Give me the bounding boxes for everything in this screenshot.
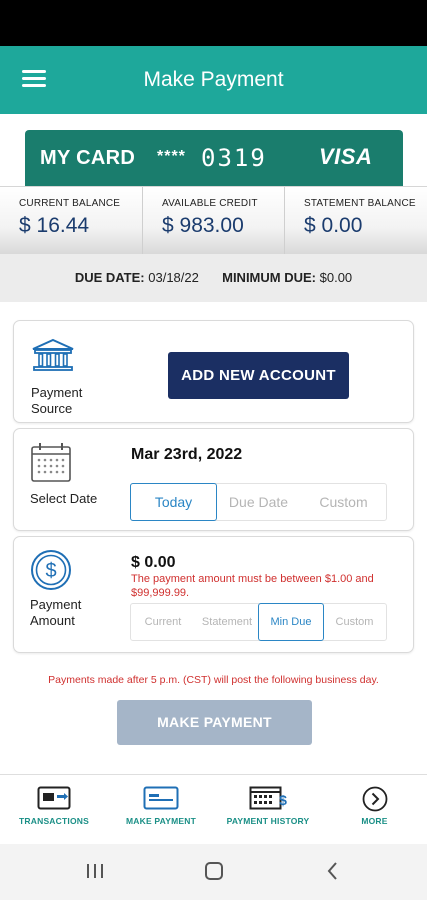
add-new-account-button[interactable]: ADD NEW ACCOUNT xyxy=(168,352,349,399)
payment-source-panel: Payment Source ADD NEW ACCOUNT xyxy=(13,320,414,423)
date-options: Today Due Date Custom xyxy=(130,483,387,521)
due-info: DUE DATE: 03/18/22 MINIMUM DUE: $0.00 xyxy=(0,254,427,302)
due-date-label: DUE DATE: xyxy=(74,270,145,285)
recent-apps-icon[interactable] xyxy=(85,860,105,882)
card-banner: MY CARD **** 0319 VISA xyxy=(25,130,403,186)
amount-options: Current Statement Min Due Custom xyxy=(130,603,387,641)
current-balance: CURRENT BALANCE $ 16.44 xyxy=(0,187,142,255)
svg-text:$: $ xyxy=(279,792,287,808)
due-date-value: 03/18/22 xyxy=(148,270,199,285)
available-credit: AVAILABLE CREDIT $ 983.00 xyxy=(142,187,284,255)
payment-history-icon: $ xyxy=(249,786,287,810)
make-payment-card-icon xyxy=(143,786,179,810)
card-name: MY CARD xyxy=(40,147,136,169)
payment-form: Payment Source ADD NEW ACCOUNT Select Da… xyxy=(0,302,427,774)
card-brand-logo: VISA xyxy=(319,144,373,169)
balance-summary: CURRENT BALANCE $ 16.44 AVAILABLE CREDIT… xyxy=(0,186,427,255)
balance-label: STATEMENT BALANCE xyxy=(304,198,416,209)
home-icon[interactable] xyxy=(203,860,225,882)
select-date-label: Select Date xyxy=(30,491,98,506)
balance-value: $ 0.00 xyxy=(304,214,363,237)
balance-label: CURRENT BALANCE xyxy=(19,198,121,209)
date-option-today[interactable]: Today xyxy=(130,483,217,521)
back-icon[interactable] xyxy=(323,860,343,882)
nav-payment-history[interactable]: $ PAYMENT HISTORY xyxy=(214,775,322,845)
system-navigation-bar xyxy=(0,844,427,900)
balance-label: AVAILABLE CREDIT xyxy=(162,198,258,209)
payment-source-label: Payment Source xyxy=(31,385,83,416)
nav-make-payment[interactable]: MAKE PAYMENT xyxy=(108,775,214,845)
nav-label: MAKE PAYMENT xyxy=(126,816,196,826)
minimum-due-value: $0.00 xyxy=(319,270,353,285)
balance-value: $ 16.44 xyxy=(19,214,90,237)
selected-date: Mar 23rd, 2022 xyxy=(131,446,243,463)
amount-option-min-due[interactable]: Min Due xyxy=(258,603,324,641)
cutoff-notice: Payments made after 5 p.m. (CST) will po… xyxy=(48,674,379,686)
select-date-panel: Select Date Mar 23rd, 2022 Today Due Dat… xyxy=(13,428,414,531)
amount-value[interactable]: $ 0.00 xyxy=(131,554,175,572)
nav-transactions[interactable]: TRANSACTIONS xyxy=(0,775,108,845)
chevron-right-circle-icon xyxy=(362,786,387,812)
calendar-icon xyxy=(31,443,71,482)
page-title: Make Payment xyxy=(143,68,284,91)
make-payment-button[interactable]: MAKE PAYMENT xyxy=(117,700,312,745)
statement-balance: STATEMENT BALANCE $ 0.00 xyxy=(284,187,427,255)
status-bar xyxy=(0,0,427,46)
bottom-navigation: TRANSACTIONS MAKE PAYMENT $ PAYMENT HIST… xyxy=(0,774,427,844)
bank-icon xyxy=(32,338,74,371)
nav-label: PAYMENT HISTORY xyxy=(226,816,310,826)
amount-error-message: The payment amount must be between $1.00… xyxy=(131,573,374,599)
balance-value: $ 983.00 xyxy=(162,214,244,237)
nav-label: TRANSACTIONS xyxy=(19,816,89,826)
payment-amount-label: Payment Amount xyxy=(30,597,82,628)
app-bar: Make Payment xyxy=(0,46,427,114)
card-area: MY CARD **** 0319 VISA xyxy=(0,114,427,186)
card-last4: 0319 xyxy=(201,144,267,172)
payment-amount-panel: $ Payment Amount $ 0.00 The payment amou… xyxy=(13,536,414,653)
svg-text:$: $ xyxy=(45,560,56,582)
date-option-custom[interactable]: Custom xyxy=(301,484,386,520)
amount-option-custom[interactable]: Custom xyxy=(323,604,386,640)
minimum-due-label: MINIMUM DUE: xyxy=(222,270,316,285)
nav-label: MORE xyxy=(361,816,388,826)
card-mask: **** xyxy=(157,148,186,165)
amount-option-current[interactable]: Current xyxy=(131,604,195,640)
amount-option-statement[interactable]: Statement xyxy=(195,604,259,640)
date-option-due-date[interactable]: Due Date xyxy=(216,484,301,520)
nav-more[interactable]: MORE xyxy=(322,775,427,845)
transactions-card-icon xyxy=(37,786,71,810)
dollar-circle-icon: $ xyxy=(31,550,71,590)
